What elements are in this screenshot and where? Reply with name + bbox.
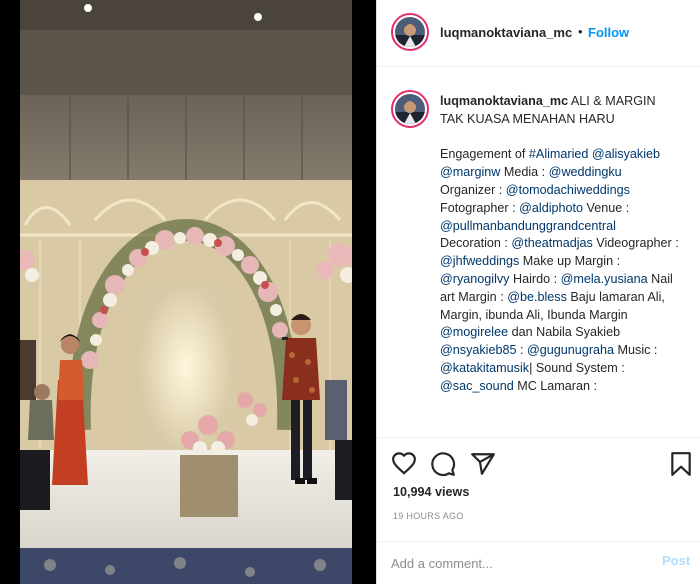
post-timestamp[interactable]: 19 HOURS AGO [393,511,464,521]
caption-text-segment: Videographer : [592,236,679,251]
mention-link[interactable]: @mela.yusiana [561,272,648,286]
caption-text-segment: Venue : [583,200,630,215]
post-header: luqmanoktaviana_mc • Follow [377,0,700,67]
follow-button[interactable]: Follow [588,25,629,40]
mention-link[interactable]: @katakitamusik [440,361,529,375]
comment-input[interactable] [391,552,641,574]
mention-link[interactable]: @marginw [440,165,500,179]
author-avatar[interactable] [391,13,429,51]
heart-icon[interactable] [391,451,417,477]
caption-text-segment: : [516,343,527,358]
caption-text: luqmanoktaviana_mc ALI & MARGIN TAK KUAS… [440,93,680,396]
post-side-panel: luqmanoktaviana_mc • Follow luqmanoktavi… [377,0,700,584]
view-count[interactable]: 10,994 views [393,485,469,499]
caption-text-segment: Organizer : [440,182,506,197]
mention-link[interactable]: @theatmadjas [511,236,592,250]
avatar-image [395,94,425,124]
mention-link[interactable]: @aldiphoto [519,201,583,215]
mention-link[interactable]: @ryanogilvy [440,272,509,286]
avatar-image [395,17,425,47]
bookmark-icon[interactable] [668,451,694,477]
caption-section[interactable]: luqmanoktaviana_mc ALI & MARGIN TAK KUAS… [377,68,700,437]
share-icon[interactable] [470,451,496,477]
caption-avatar[interactable] [391,90,429,128]
video-frame-image [20,0,352,584]
caption-text-segment: Music : [614,343,658,358]
mention-link[interactable]: @mogirelee [440,325,508,339]
mention-link[interactable]: @weddingku [549,165,622,179]
comment-bar: Post [377,541,700,584]
video-player[interactable] [20,0,352,584]
mention-link[interactable]: @be.bless [507,290,567,304]
mention-link[interactable]: @alisyakieb [592,147,660,161]
caption-username[interactable]: luqmanoktaviana_mc [440,94,568,108]
caption-text-segment: Decoration : [440,236,512,251]
mention-link[interactable]: @jhfweddings [440,254,519,268]
mention-link[interactable]: @pullmanbandunggrandcentral [440,219,616,233]
hashtag-link[interactable]: #Alimaried [529,147,589,161]
caption-text-segment: Make up Margin : [519,254,621,269]
caption-text-segment: dan Nabila Syakieb [508,325,621,340]
author-username[interactable]: luqmanoktaviana_mc [440,25,572,40]
caption-text-segment: Hairdo : [509,271,561,286]
separator-dot: • [578,24,583,39]
caption-text-segment: Media : [500,165,549,180]
caption-body: Engagement of #Alimaried @alisyakieb @ma… [440,146,680,395]
comment-icon[interactable] [430,451,456,477]
caption-text-segment: Engagement of [440,147,529,162]
post-comment-button[interactable]: Post [662,553,690,568]
mention-link[interactable]: @sac_sound [440,379,514,393]
caption-text-segment: Fotographer : [440,200,520,215]
mention-link[interactable]: @gugunugraha [527,343,614,357]
post-actions: 10,994 views 19 HOURS AGO [377,437,700,542]
post-media[interactable] [0,0,376,584]
mention-link[interactable]: @nsyakieb85 [440,343,517,357]
caption-text-segment: MC Lamaran : [513,378,597,393]
mention-link[interactable]: @tomodachiweddings [506,183,630,197]
caption-text-segment: | Sound System : [529,360,625,375]
